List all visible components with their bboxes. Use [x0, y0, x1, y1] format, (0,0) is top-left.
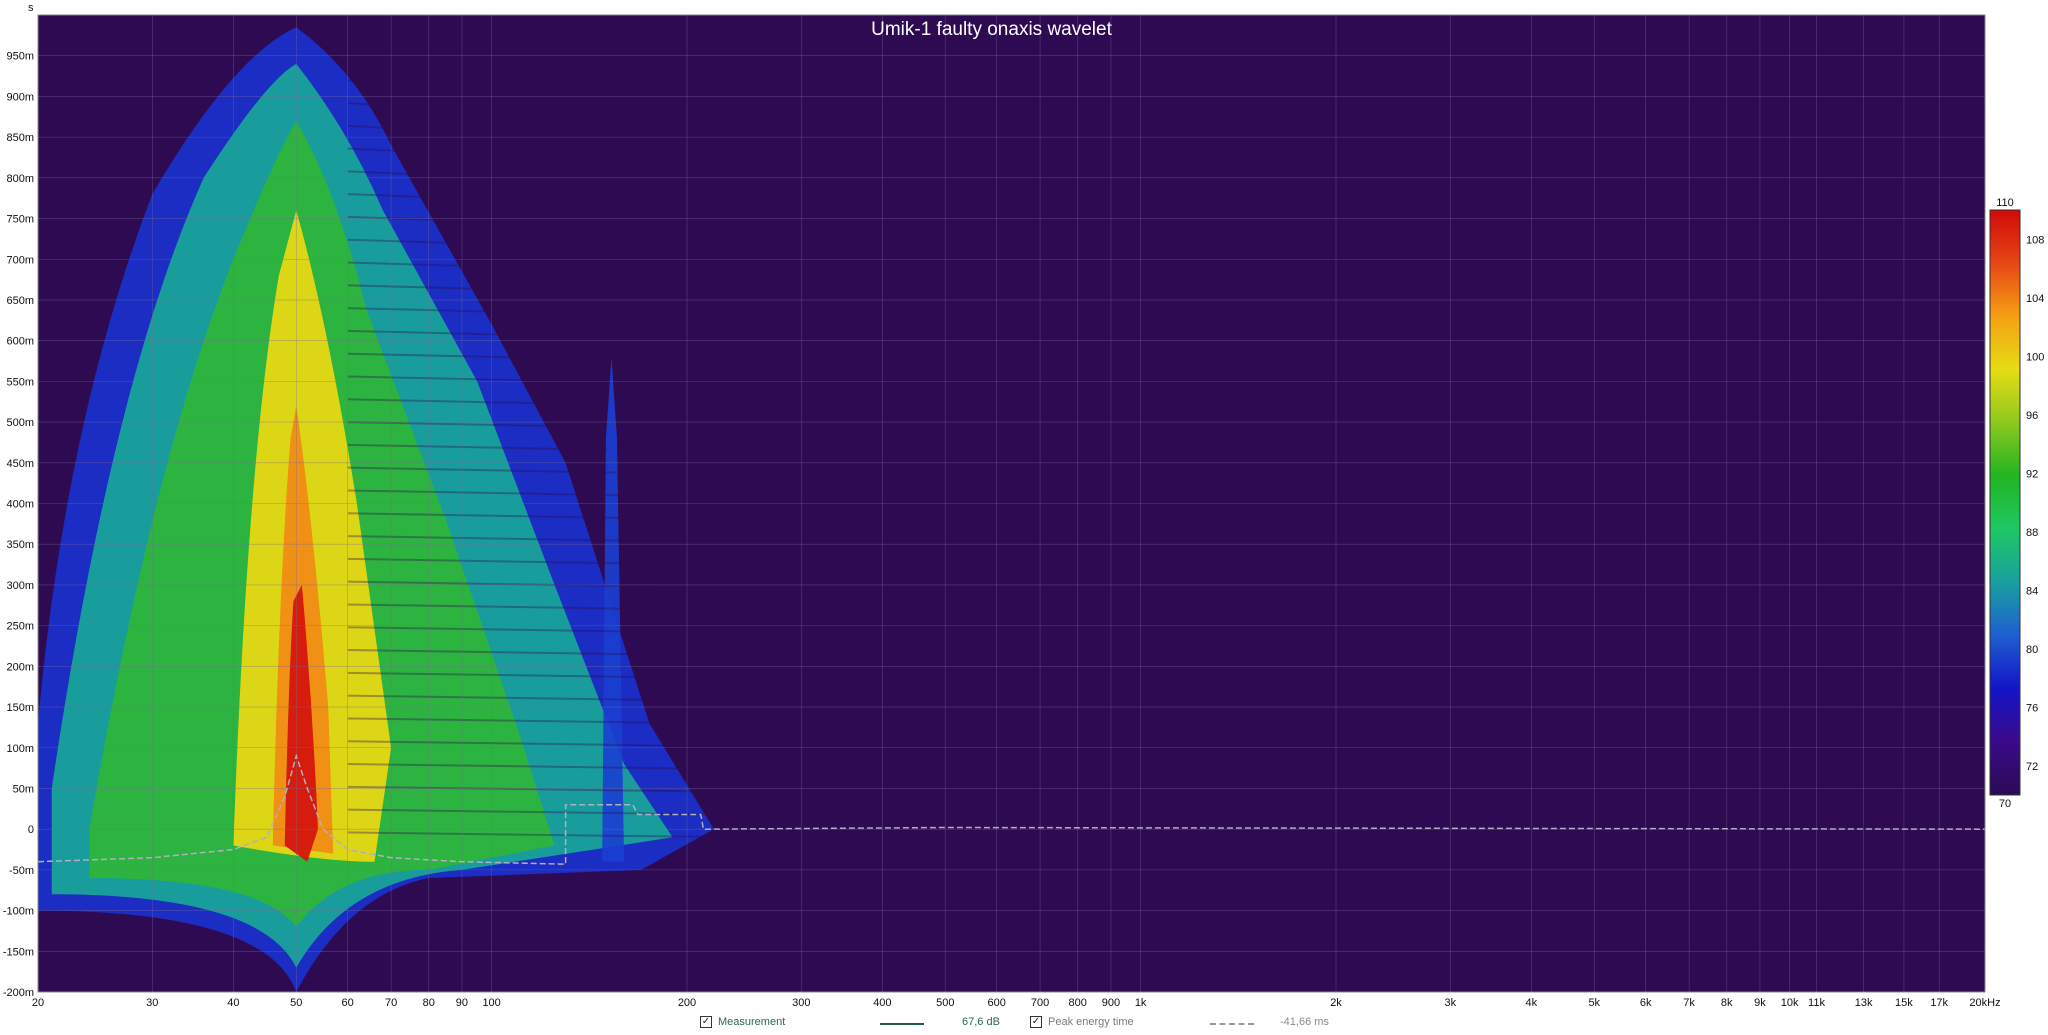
colorbar-tick-label: 88 — [2026, 527, 2038, 539]
y-tick-label: 250m — [6, 621, 34, 633]
x-tick-label: 5k — [1588, 997, 1600, 1009]
x-tick-label: 17k — [1930, 997, 1948, 1009]
colorbar-tick-label: 80 — [2026, 644, 2038, 656]
colorbar-tick-label: 76 — [2026, 702, 2038, 714]
x-tick-label: 200 — [678, 997, 696, 1009]
wavelet-chart: Umik-1 faulty onaxis wavelet s 950m 900m 8… — [3, 2, 2045, 1009]
legend-bar: ✓ Measurement 67,6 dB ✓ Peak energy time… — [0, 1010, 2048, 1035]
x-tick-label: 7k — [1683, 997, 1695, 1009]
x-tick-label: 1k — [1135, 997, 1147, 1009]
x-tick-label: 4k — [1526, 997, 1538, 1009]
y-tick-label: 950m — [6, 51, 34, 63]
y-tick-label: 100m — [6, 743, 34, 755]
y-axis-unit-label: s — [28, 2, 34, 14]
measurement-line-swatch — [880, 1023, 924, 1025]
legend-peak-energy-label: Peak energy time — [1048, 1016, 1134, 1028]
x-tick-label: 50 — [290, 997, 302, 1009]
legend-measurement-value: 67,6 dB — [962, 1016, 1000, 1028]
y-tick-label: 600m — [6, 336, 34, 348]
peak-energy-line-swatch — [1210, 1023, 1254, 1025]
legend-peak-energy-value: -41,66 ms — [1280, 1016, 1329, 1028]
x-tick-label: 800 — [1069, 997, 1087, 1009]
y-tick-label: 500m — [6, 417, 34, 429]
colorbar-tick-label: 100 — [2026, 351, 2044, 363]
x-tick-label: 10k — [1781, 997, 1799, 1009]
legend-peak-energy[interactable]: ✓ Peak energy time — [1030, 1016, 1134, 1028]
y-tick-label: 900m — [6, 91, 34, 103]
y-tick-label: 350m — [6, 539, 34, 551]
colorbar: 110 108 104 100 96 92 88 84 80 76 72 70 — [1989, 197, 2044, 810]
x-tick-label: 600 — [987, 997, 1005, 1009]
x-tick-label: 40 — [227, 997, 239, 1009]
x-tick-label: 80 — [423, 997, 435, 1009]
y-tick-label: -200m — [3, 987, 34, 999]
x-tick-label: 100 — [482, 997, 500, 1009]
y-tick-label: -150m — [3, 946, 34, 958]
peak-energy-checkbox[interactable]: ✓ — [1030, 1016, 1042, 1028]
x-tick-label: 300 — [792, 997, 810, 1009]
y-tick-label: 800m — [6, 173, 34, 185]
colorbar-tick-label: 92 — [2026, 468, 2038, 480]
x-tick-label: 900 — [1102, 997, 1120, 1009]
y-tick-label: 450m — [6, 458, 34, 470]
x-tick-label: 2k — [1330, 997, 1342, 1009]
y-tick-label: 700m — [6, 254, 34, 266]
y-tick-label: 750m — [6, 214, 34, 226]
colorbar-tick-label: 110 — [1996, 197, 2014, 209]
y-axis-ticks: 950m 900m 850m 800m 750m 700m 650m 600m 550m 500m… — [3, 51, 34, 999]
x-tick-label: 700 — [1031, 997, 1049, 1009]
y-tick-label: -100m — [3, 906, 34, 918]
x-tick-label: 9k — [1754, 997, 1766, 1009]
colorbar-tick-label: 96 — [2026, 410, 2038, 422]
x-tick-label: 8k — [1721, 997, 1733, 1009]
y-tick-label: 150m — [6, 702, 34, 714]
x-tick-label: 60 — [342, 997, 354, 1009]
y-tick-label: 300m — [6, 580, 34, 592]
x-tick-label: 20 — [32, 997, 44, 1009]
colorbar-tick-label: 108 — [2026, 234, 2044, 246]
x-tick-label: 13k — [1855, 997, 1873, 1009]
x-tick-label: 15k — [1895, 997, 1913, 1009]
y-tick-label: 850m — [6, 132, 34, 144]
y-tick-label: 550m — [6, 376, 34, 388]
measurement-checkbox[interactable]: ✓ — [700, 1016, 712, 1028]
x-axis-unit-label: 20kHz — [1969, 997, 2000, 1009]
colorbar-tick-label: 72 — [2026, 761, 2038, 773]
colorbar-tick-label: 84 — [2026, 585, 2038, 597]
chart-title: Umik-1 faulty onaxis wavelet — [871, 19, 1112, 40]
y-tick-label: 200m — [6, 661, 34, 673]
y-tick-label: 400m — [6, 499, 34, 511]
x-tick-label: 11k — [1808, 997, 1825, 1009]
legend-measurement[interactable]: ✓ Measurement — [700, 1016, 785, 1028]
x-tick-label: 500 — [936, 997, 954, 1009]
colorbar-tick-label: 70 — [1999, 798, 2011, 810]
x-tick-label: 6k — [1640, 997, 1652, 1009]
y-tick-label: 0 — [28, 824, 34, 836]
y-tick-label: 50m — [13, 783, 34, 795]
x-tick-label: 30 — [146, 997, 158, 1009]
x-tick-label: 70 — [385, 997, 397, 1009]
x-tick-label: 400 — [873, 997, 891, 1009]
y-tick-label: 650m — [6, 295, 34, 307]
colorbar-gradient — [1989, 209, 2021, 796]
x-tick-label: 3k — [1444, 997, 1456, 1009]
x-axis-ticks: 20 30 40 50 60 70 80 90 100 200 300 400 500 600 700 800… — [32, 997, 1949, 1009]
colorbar-tick-label: 104 — [2026, 293, 2044, 305]
x-tick-label: 90 — [456, 997, 468, 1009]
legend-measurement-label: Measurement — [718, 1016, 786, 1028]
y-tick-label: -50m — [9, 865, 34, 877]
